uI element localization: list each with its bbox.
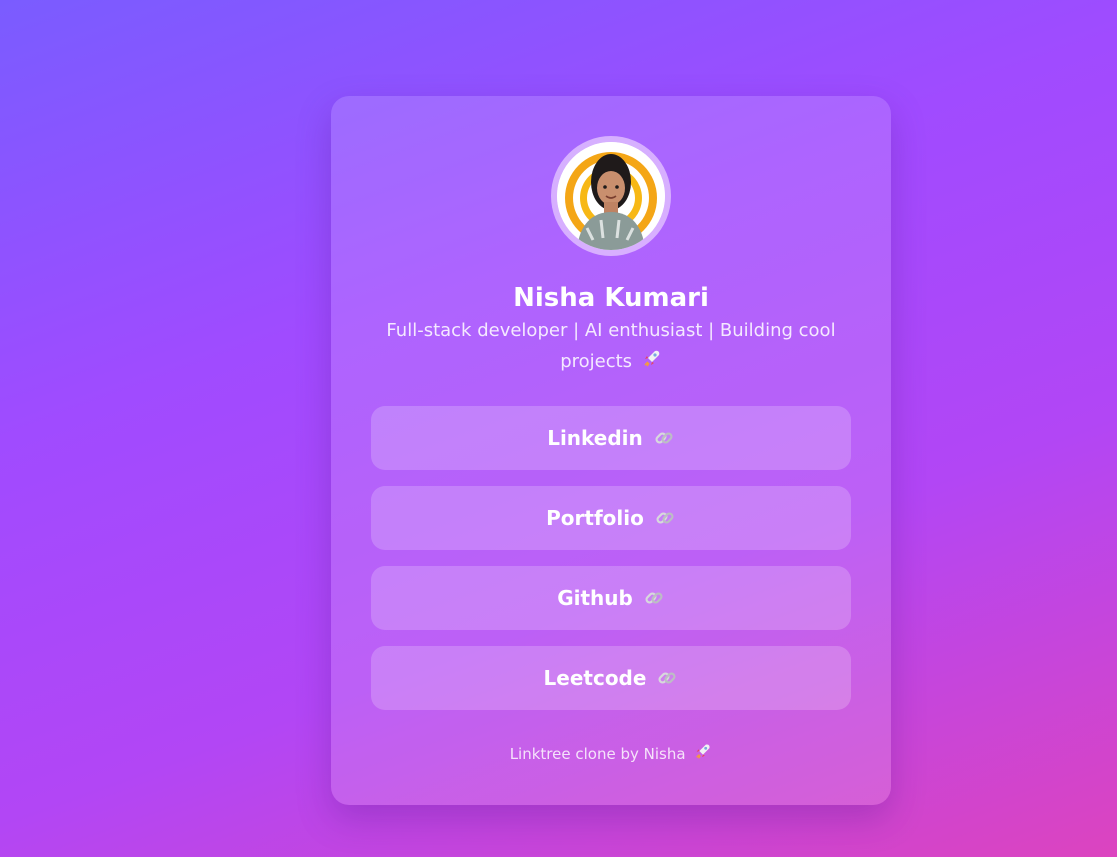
bio-text: Full-stack developer | AI enthusiast | B… [386,320,836,372]
link-button-linkedin[interactable]: Linkedin [371,406,851,470]
link-icon [653,427,675,449]
profile-name: Nisha Kumari [513,283,709,313]
avatar-ring [551,136,671,256]
profile-photo [557,142,665,250]
footer: Linktree clone by Nisha [331,741,891,768]
link-label: Linkedin [547,426,643,450]
avatar [557,142,665,250]
profile-card: Nisha Kumari Full-stack developer | AI e… [331,96,891,805]
link-button-leetcode[interactable]: Leetcode [371,646,851,710]
link-label: Github [557,586,633,610]
rocket-icon [642,347,662,378]
link-icon [643,587,665,609]
footer-text: Linktree clone by Nisha [509,745,686,763]
rocket-icon [694,742,712,768]
link-icon [656,667,678,689]
link-button-portfolio[interactable]: Portfolio [371,486,851,550]
link-icon [654,507,676,529]
links-list: Linkedin Portfolio Github Leetcode [371,406,851,726]
link-label: Portfolio [546,506,644,530]
link-label: Leetcode [543,666,647,690]
profile-bio: Full-stack developer | AI enthusiast | B… [371,315,851,378]
link-button-github[interactable]: Github [371,566,851,630]
